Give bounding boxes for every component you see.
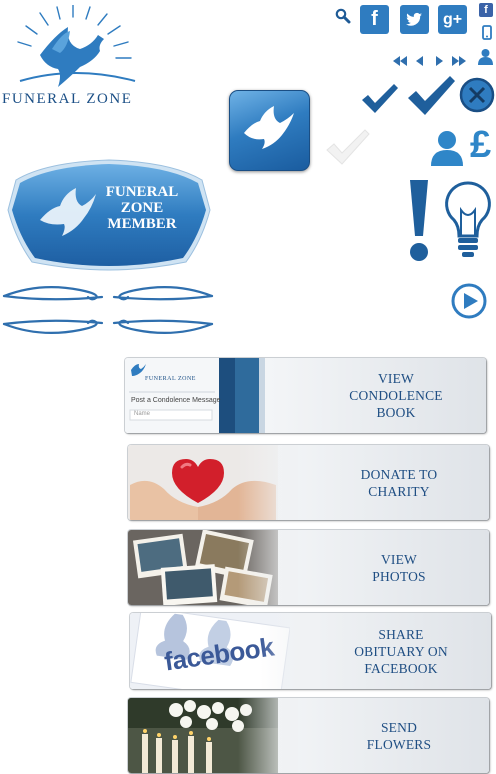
user-icon[interactable] [430, 130, 464, 171]
member-badge: FUNERAL ZONE MEMBER [6, 150, 212, 272]
button-label: SHARE OBITUARY ON FACEBOOK [311, 613, 491, 689]
user-small-icon[interactable] [477, 48, 494, 70]
google-plus-icon[interactable]: g+ [438, 5, 467, 34]
fast-forward-icon[interactable] [452, 53, 466, 71]
mobile-icon[interactable] [482, 25, 492, 40]
close-circle-icon[interactable] [459, 77, 495, 118]
app-tile-dove[interactable] [229, 90, 310, 171]
label-line-2: FLOWERS [366, 736, 432, 752]
label-line-2: OBITUARY ON [354, 643, 448, 659]
label-line-1: DONATE TO [360, 466, 438, 482]
play-icon[interactable] [451, 283, 487, 324]
thumb-field: Name [134, 411, 151, 417]
label-line-2: CONDOLENCE [349, 388, 443, 403]
label-line-2: CHARITY [368, 483, 430, 499]
condolence-thumbnail: FUNERAL ZONE Post a Condolence Message N… [125, 358, 265, 433]
pound-icon[interactable]: £ [470, 124, 491, 167]
ornamental-divider [0, 282, 216, 338]
label-line-3: BOOK [376, 405, 416, 420]
view-photos-button[interactable]: VIEW PHOTOS [128, 530, 489, 605]
prev-icon[interactable] [416, 53, 424, 71]
label-line-1: SHARE [378, 626, 424, 642]
label-line-1: SEND [380, 719, 418, 735]
button-label: VIEW PHOTOS [309, 530, 489, 605]
view-condolence-book-button[interactable]: FUNERAL ZONE Post a Condolence Message N… [125, 358, 486, 433]
share-obituary-facebook-button[interactable]: facebook SHARE OBITUARY ON FACEBOOK [130, 613, 491, 689]
lightbulb-icon [443, 180, 493, 267]
badge-line-3: MEMBER [107, 216, 177, 232]
badge-line-2: ZONE [120, 200, 164, 216]
badge-text: FUNERAL ZONE MEMBER [82, 184, 202, 232]
dove-icon [244, 106, 294, 149]
label-line-1: VIEW [377, 371, 415, 386]
facebook-icon[interactable]: f [360, 5, 389, 34]
checkmark-icon [360, 82, 400, 121]
label-line-1: VIEW [380, 551, 418, 567]
next-icon[interactable] [436, 53, 444, 71]
button-label: DONATE TO CHARITY [309, 445, 489, 520]
thumb-brand: FUNERAL ZONE [145, 376, 196, 382]
dove-logo-icon [17, 4, 136, 87]
checkmark-large-icon [406, 74, 456, 123]
label-line-2: PHOTOS [372, 568, 426, 584]
thumb-caption: Post a Condolence Message [131, 397, 221, 404]
button-label: VIEW CONDOLENCE BOOK [306, 358, 486, 433]
button-label: SEND FLOWERS [309, 698, 489, 773]
search-icon[interactable] [335, 8, 351, 24]
badge-line-1: FUNERAL [105, 184, 179, 200]
faint-check-icon [325, 128, 371, 173]
send-flowers-button[interactable]: SEND FLOWERS [128, 698, 489, 773]
label-line-3: FACEBOOK [364, 660, 438, 676]
donate-to-charity-button[interactable]: DONATE TO CHARITY [128, 445, 489, 520]
funeral-zone-logo: FUNERAL ZONE [0, 4, 160, 107]
twitter-icon[interactable] [400, 5, 429, 34]
exclamation-icon [404, 180, 434, 267]
brand-name: FUNERAL ZONE [2, 91, 133, 107]
rewind-icon[interactable] [393, 53, 407, 71]
facebook-small-icon[interactable]: f [479, 3, 493, 17]
